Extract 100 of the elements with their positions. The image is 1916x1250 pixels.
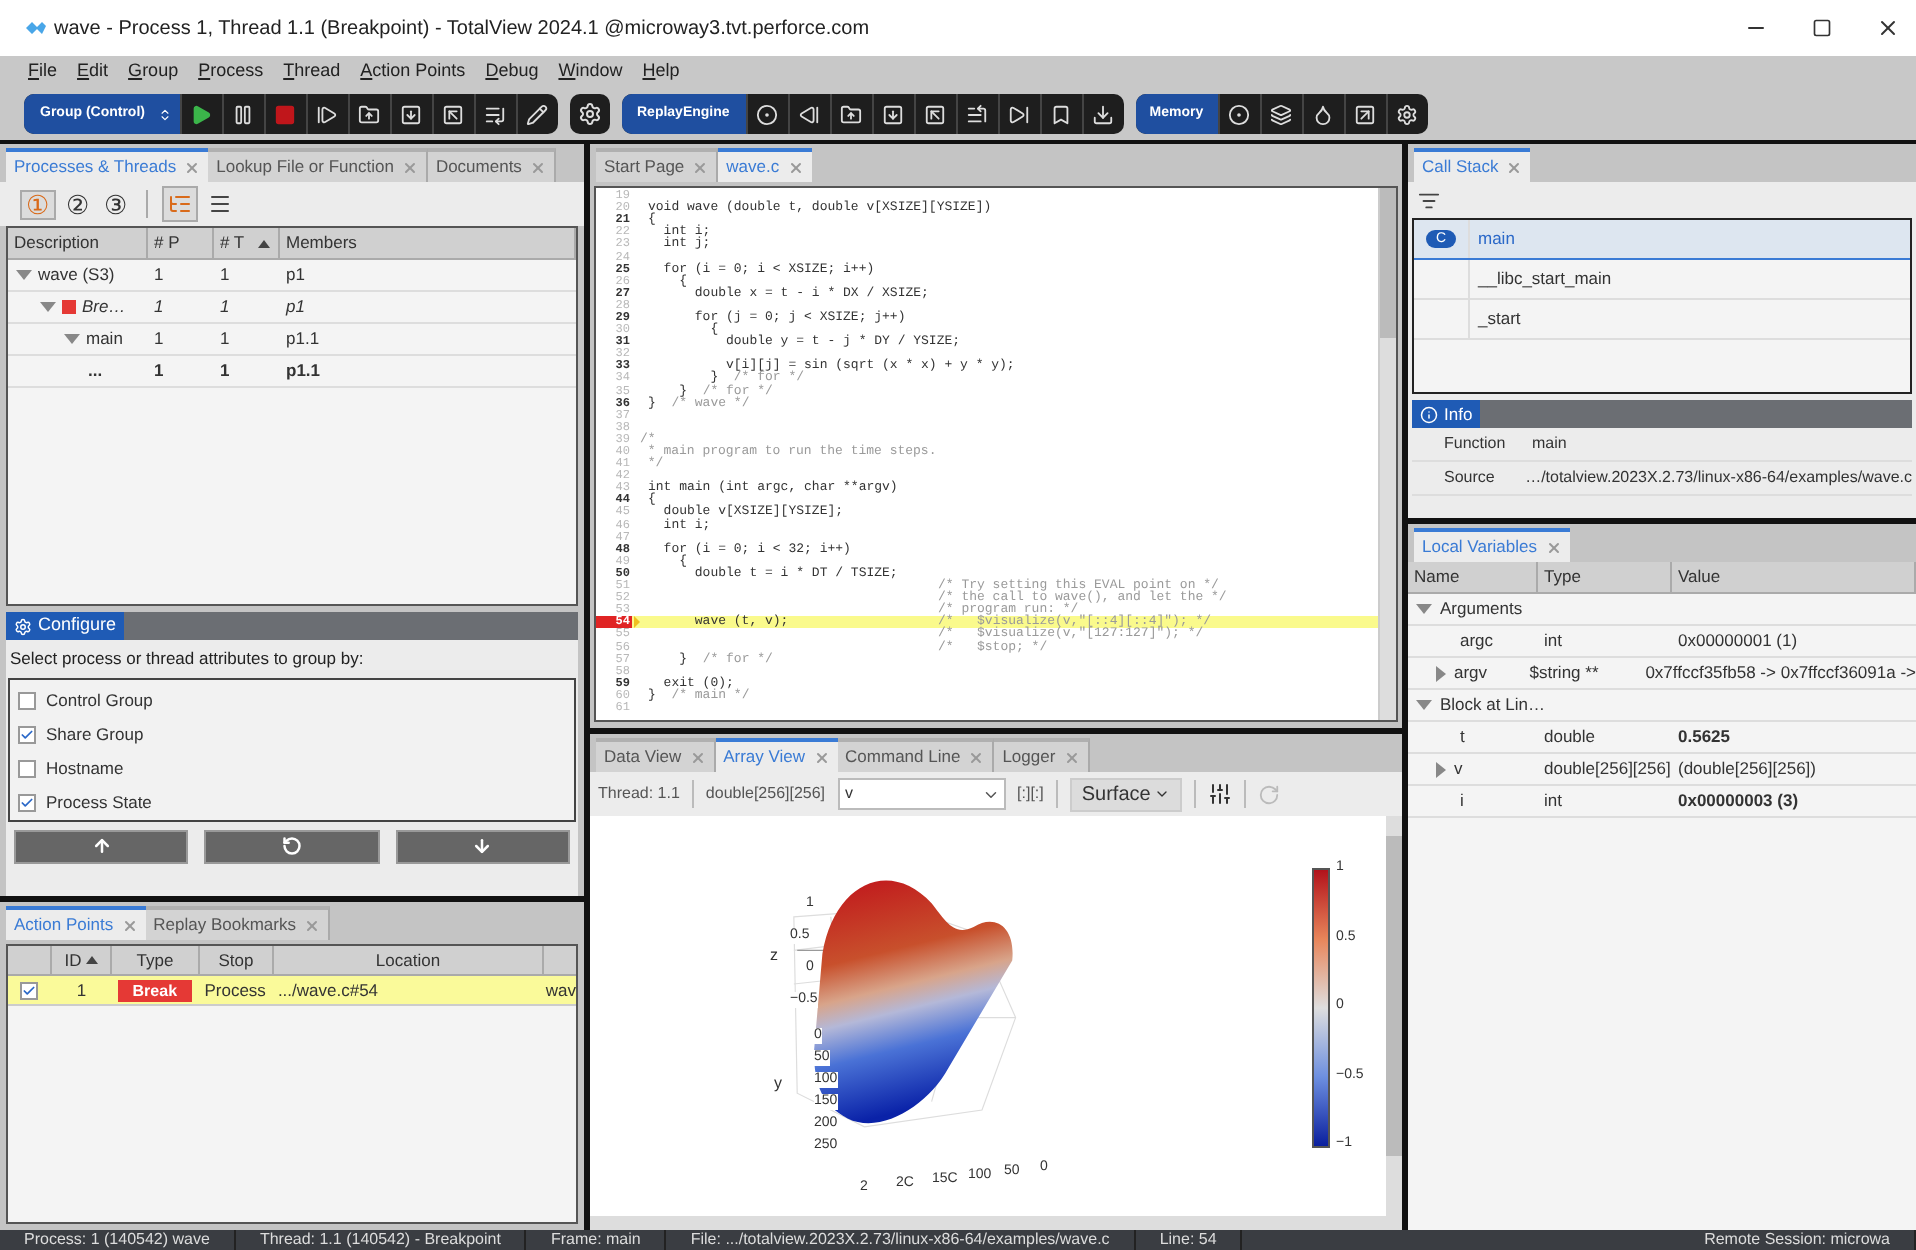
tab[interactable]: Array View — [715, 738, 838, 772]
table-cell-text: 1 — [218, 294, 232, 320]
checkbox[interactable] — [18, 793, 36, 812]
menu-item[interactable]: Action Points — [360, 58, 466, 86]
checkbox-label[interactable]: Hostname — [46, 755, 124, 782]
tab[interactable]: Start Page — [596, 148, 719, 182]
checkbox[interactable] — [18, 691, 36, 710]
tab[interactable]: Lookup File or Function — [208, 148, 428, 182]
expand-arrow-icon[interactable] — [1416, 604, 1432, 614]
column-header[interactable]: Stop — [200, 946, 274, 974]
column-header[interactable]: Location — [274, 946, 544, 974]
variable-name[interactable]: t — [1460, 724, 1465, 750]
column-header[interactable]: # P — [148, 228, 214, 258]
check-icon — [20, 725, 34, 744]
menu-item[interactable]: Edit — [77, 58, 109, 86]
menu-item[interactable]: Debug — [485, 58, 539, 86]
expand-arrow-icon[interactable] — [1436, 761, 1446, 777]
column-header[interactable]: Type — [1538, 562, 1672, 592]
info-icon — [1420, 405, 1438, 423]
tab[interactable]: Command Line — [837, 738, 995, 772]
tree-label[interactable]: wave (S3) — [38, 262, 142, 288]
table-cell-text: wav — [543, 977, 576, 1003]
bookmark-icon — [1050, 103, 1073, 125]
column-header[interactable]: Name — [1408, 562, 1538, 592]
table-cell-text: p1 — [283, 294, 305, 320]
column-header[interactable]: Type — [112, 946, 200, 974]
tab[interactable]: Replay Bookmarks — [145, 906, 330, 940]
tree-label[interactable]: ... — [88, 358, 142, 384]
droplet-icon — [1312, 103, 1335, 125]
variable-name[interactable]: i — [1460, 788, 1464, 814]
tab[interactable]: Action Points — [6, 906, 146, 940]
expand-arrow-icon[interactable] — [1416, 700, 1432, 710]
scrollbar[interactable] — [1386, 816, 1402, 1216]
expand-arrow-icon[interactable] — [1436, 665, 1446, 681]
checkbox[interactable] — [20, 981, 39, 999]
menu-item[interactable]: Help — [642, 58, 680, 86]
plot-type-dropdown[interactable]: Surface — [1069, 777, 1183, 811]
checkbox[interactable] — [18, 725, 36, 744]
expand-arrow-icon[interactable] — [16, 270, 32, 280]
tab[interactable]: Documents — [427, 148, 556, 182]
group-label[interactable]: Block at Lin… — [1440, 692, 1545, 718]
sliders-icon[interactable] — [1208, 782, 1233, 806]
column-header[interactable]: Value — [1672, 562, 1916, 592]
level-button[interactable]: ③ — [100, 191, 132, 217]
level-button[interactable]: ② — [62, 191, 94, 217]
settings-icon[interactable] — [577, 102, 601, 126]
reorder-button[interactable] — [395, 829, 570, 864]
column-header[interactable]: ID — [52, 946, 112, 974]
variable-value: (double[256][256]) — [1676, 756, 1816, 782]
variable-type: double[256][256] — [1542, 756, 1672, 782]
arrow-down-icon — [472, 836, 493, 857]
reorder-button[interactable] — [204, 829, 380, 864]
variable-type: double — [1542, 724, 1598, 750]
scrollbar-thumb[interactable] — [1380, 188, 1396, 338]
filter-icon[interactable] — [1418, 189, 1440, 211]
stack-frame[interactable]: _start — [1414, 300, 1910, 340]
expand-arrow-icon[interactable] — [64, 334, 80, 344]
table-cell-text: .../wave.c#54 — [275, 977, 381, 1003]
tab[interactable]: Logger — [994, 738, 1090, 772]
menu-item[interactable]: Group — [128, 58, 179, 86]
table-cell-text: 1 — [152, 262, 166, 288]
tab[interactable]: Local Variables — [1414, 528, 1569, 562]
reorder-button[interactable] — [14, 829, 189, 864]
menu-item[interactable]: File — [28, 58, 58, 86]
stop-icon — [274, 103, 296, 125]
checkbox-label[interactable]: Share Group — [46, 721, 144, 748]
tab[interactable]: Processes & Threads — [6, 148, 209, 182]
scrollbar[interactable] — [1378, 188, 1396, 720]
stack-frame[interactable]: __libc_start_main — [1414, 260, 1910, 300]
maximize-icon[interactable] — [1812, 18, 1832, 38]
checkbox-label[interactable]: Process State — [46, 789, 152, 816]
tab[interactable]: Call Stack — [1414, 148, 1531, 182]
undo-icon — [281, 836, 302, 857]
expression-field[interactable]: v — [837, 778, 1006, 810]
pause-icon — [232, 103, 254, 125]
checkbox[interactable] — [18, 759, 36, 778]
scrollbar-thumb[interactable] — [1386, 836, 1402, 1156]
tab[interactable]: Data View — [596, 738, 716, 772]
variable-name[interactable]: argv — [1454, 660, 1488, 686]
group-label[interactable]: Arguments — [1440, 596, 1523, 622]
checkbox-label[interactable]: Control Group — [46, 687, 153, 714]
tree-label[interactable]: main — [86, 326, 142, 352]
column-header[interactable]: Description — [8, 228, 148, 258]
check-icon — [20, 793, 34, 812]
tab[interactable]: wave.c — [718, 148, 812, 182]
tree-label[interactable]: Bre… — [82, 294, 142, 320]
scrollbar[interactable] — [590, 1216, 1402, 1230]
step-into-icon — [882, 103, 905, 125]
column-header[interactable]: # T — [214, 228, 280, 258]
menu-item[interactable]: Thread — [283, 58, 341, 86]
variable-name[interactable]: argc — [1460, 628, 1494, 654]
variable-name[interactable]: v — [1454, 756, 1463, 782]
code-editor[interactable] — [594, 186, 1398, 722]
axis-label: z — [770, 944, 778, 968]
menu-item[interactable]: Window — [558, 58, 623, 86]
menu-item[interactable]: Process — [198, 58, 264, 86]
close-icon[interactable] — [1876, 16, 1900, 40]
status-text: Thread: 1.1 (140542) - Breakpoint — [235, 1230, 527, 1250]
table-cell-text: p1.1 — [284, 358, 321, 384]
column-header[interactable]: Members — [280, 228, 576, 258]
